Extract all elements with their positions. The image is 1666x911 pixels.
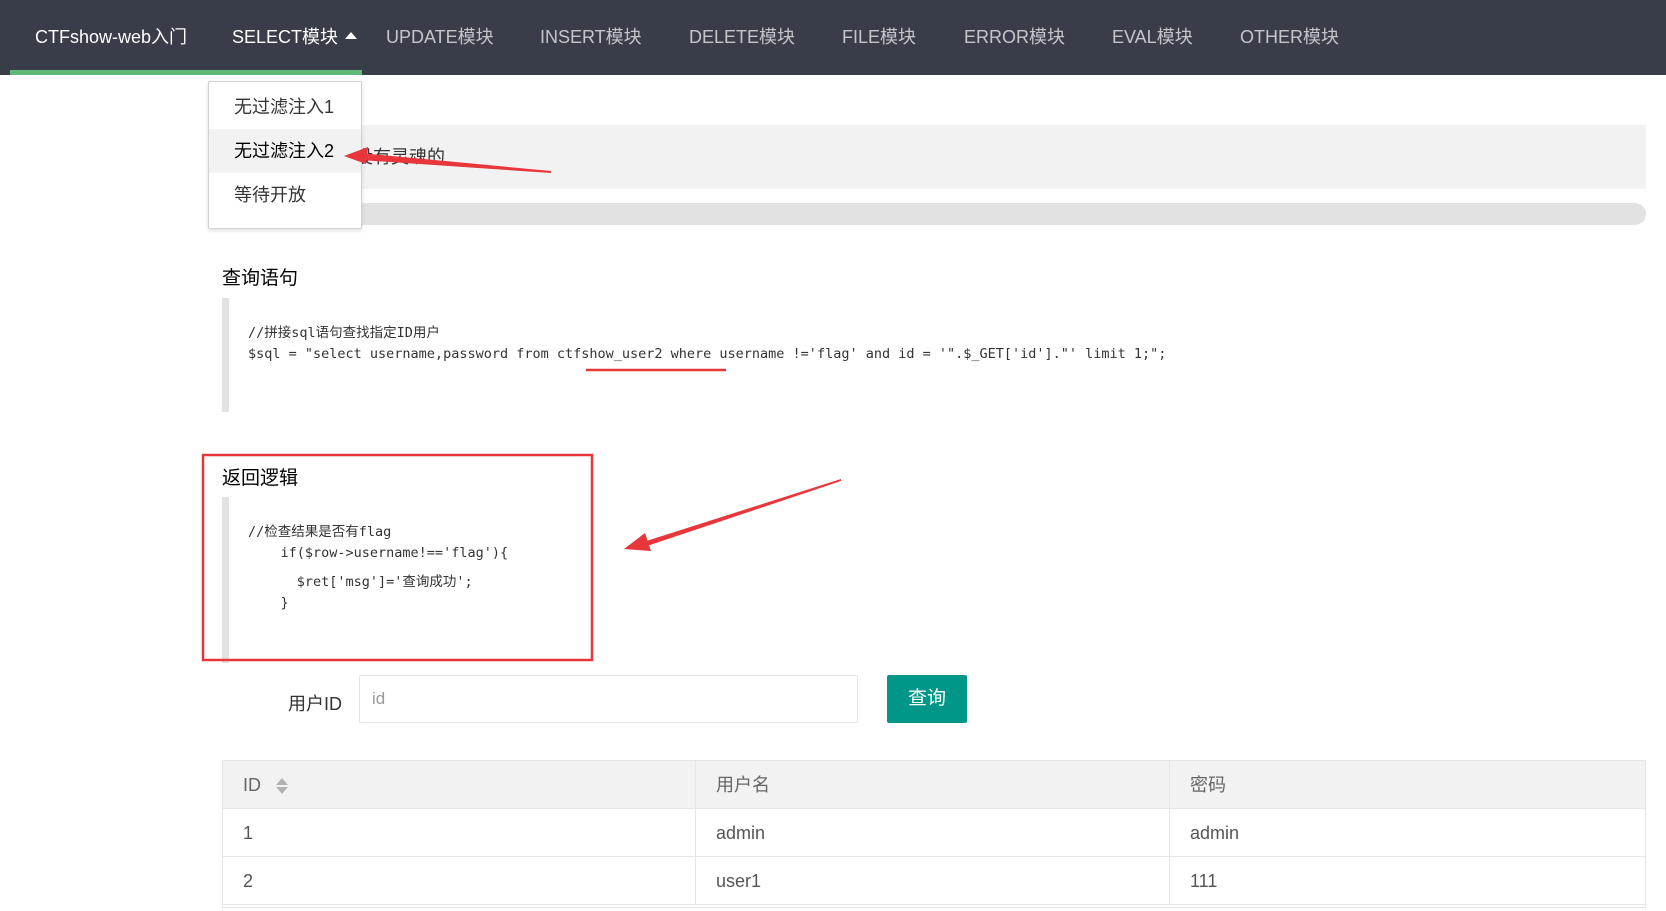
- nav-active-indicator: [10, 70, 362, 75]
- return-section-title: 返回逻辑: [222, 468, 299, 489]
- nav-item-delete[interactable]: DELETE模块: [689, 0, 795, 75]
- code-line: $sql = "select username,password from ct…: [248, 346, 1167, 362]
- query-button[interactable]: 查询: [887, 675, 967, 723]
- nav-brand[interactable]: CTFshow-web入门: [35, 0, 187, 75]
- sort-icon[interactable]: [276, 777, 289, 795]
- header-text: 没有灵魂的: [355, 147, 445, 167]
- select-dropdown-menu: 无过滤注入1 无过滤注入2 等待开放: [208, 81, 362, 229]
- caret-up-icon: [345, 32, 357, 39]
- code-line: //拼接sql语句查找指定ID用户: [248, 325, 440, 341]
- nav-item-eval[interactable]: EVAL模块: [1112, 0, 1193, 75]
- table-header-cell: 用户名: [716, 775, 770, 795]
- dropdown-item-pending[interactable]: 等待开放: [209, 173, 361, 217]
- query-section-title: 查询语句: [222, 268, 299, 289]
- top-nav: CTFshow-web入门 SELECT模块 UPDATE模块 INSERT模块…: [0, 0, 1666, 75]
- column-id-label: ID: [243, 775, 261, 795]
- nav-item-select[interactable]: SELECT模块: [232, 0, 338, 75]
- table-header-row: ID 用户名 密码: [223, 761, 1645, 809]
- results-table: ID 用户名 密码 1 admin admin 2 user1 111: [222, 760, 1646, 908]
- nav-item-other[interactable]: OTHER模块: [1240, 0, 1339, 75]
- user-id-input[interactable]: [359, 675, 858, 723]
- user-id-label: 用户ID: [288, 694, 342, 714]
- dropdown-item-inject-1[interactable]: 无过滤注入1: [209, 85, 361, 129]
- nav-item-error[interactable]: ERROR模块: [964, 0, 1065, 75]
- code-line: $ret['msg']='查询成功';: [248, 574, 473, 590]
- nav-item-update[interactable]: UPDATE模块: [386, 0, 494, 75]
- nav-item-insert[interactable]: INSERT模块: [540, 0, 642, 75]
- table-cell: admin: [716, 823, 766, 843]
- table-cell: user1: [716, 871, 762, 891]
- annotation-arrow-head: [624, 533, 651, 551]
- table-cell: 111: [1190, 871, 1218, 891]
- code-line: //检查结果是否有flag: [248, 524, 392, 540]
- annotation-arrow: [640, 479, 841, 548]
- code-line: if($row->username!=='flag'){: [248, 545, 509, 561]
- table-cell: 2: [243, 871, 254, 891]
- code-line: }: [248, 595, 289, 611]
- table-header-cell: 密码: [1190, 775, 1226, 795]
- query-code-block: //拼接sql语句查找指定ID用户 $sql = "select usernam…: [222, 298, 1166, 412]
- table-cell: admin: [1190, 823, 1240, 843]
- progress-bar: [222, 203, 1646, 225]
- return-code-block: //检查结果是否有flag if($row->username!=='flag'…: [222, 497, 508, 663]
- nav-item-file[interactable]: FILE模块: [842, 0, 916, 75]
- dropdown-item-inject-2[interactable]: 无过滤注入2: [209, 129, 361, 173]
- table-row: 1 admin admin: [223, 809, 1645, 857]
- table-cell: 1: [243, 823, 254, 843]
- table-row: 2 user1 111: [223, 857, 1645, 905]
- table-header-cell[interactable]: ID: [223, 761, 289, 809]
